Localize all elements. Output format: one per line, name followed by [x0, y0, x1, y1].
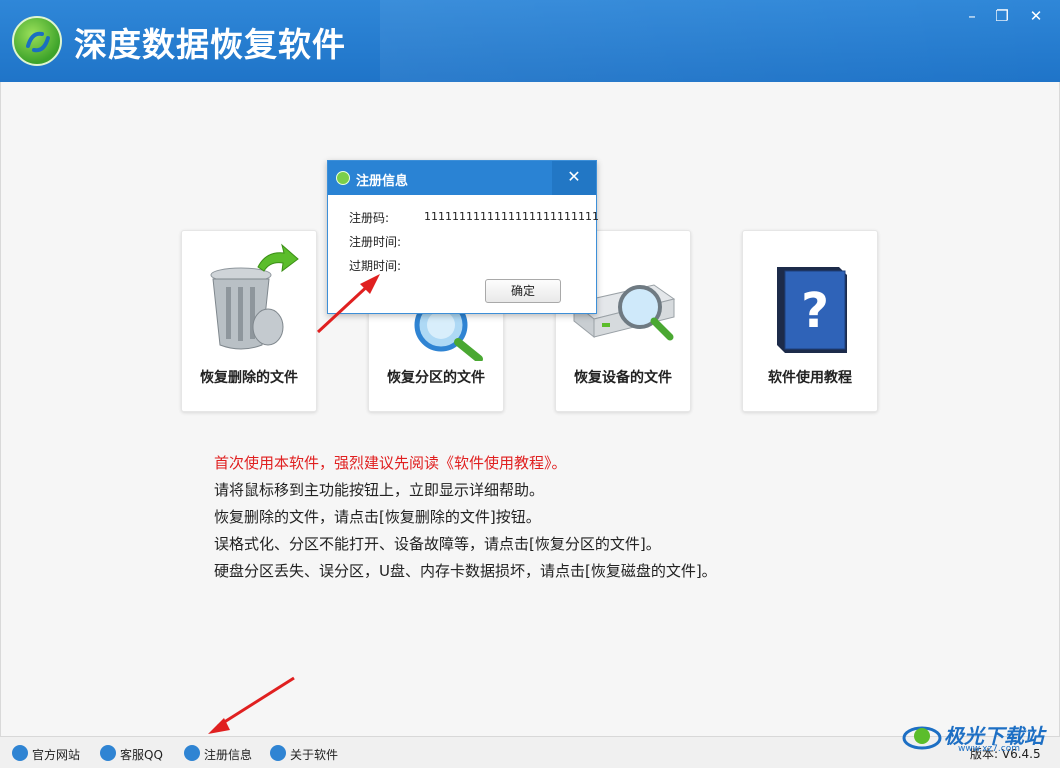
field-label-reg-code: 注册码:: [349, 211, 390, 225]
status-bar: 官方网站 客服QQ 注册信息 关于软件 版本: V6.4.5: [0, 736, 1060, 768]
card-label: 恢复删除的文件: [200, 370, 298, 386]
help-line: 误格式化、分区不能打开、设备故障等，请点击[恢复分区的文件]。: [214, 535, 661, 553]
watermark: 极光下载站 www.xz7.com: [902, 716, 1052, 758]
dialog-logo-icon: [336, 171, 350, 185]
ok-button[interactable]: 确定: [485, 279, 561, 303]
restore-button[interactable]: ❐: [990, 6, 1014, 26]
svg-text:?: ?: [801, 283, 829, 339]
help-text: 首次使用本软件，强烈建议先阅读《软件使用教程》。 请将鼠标移到主功能按钮上，立即…: [214, 450, 717, 585]
recover-deleted-files-button[interactable]: 恢复删除的文件: [181, 230, 317, 412]
help-line: 硬盘分区丢失、误分区，U盘、内存卡数据损坏，请点击[恢复磁盘的文件]。: [214, 562, 717, 580]
help-line: 恢复删除的文件，请点击[恢复删除的文件]按钮。: [214, 508, 541, 526]
link-label: 注册信息: [204, 748, 253, 762]
field-value-reg-code: 1111111111111111111111111: [424, 210, 599, 223]
minimize-button[interactable]: –: [960, 6, 984, 26]
app-logo-icon: [12, 16, 62, 66]
help-warning: 首次使用本软件，强烈建议先阅读《软件使用教程》。: [214, 454, 567, 472]
user-icon: [184, 745, 200, 761]
field-label-reg-time: 注册时间:: [349, 235, 402, 249]
field-label-expire-time: 过期时间:: [349, 259, 402, 273]
trash-recover-icon: [210, 243, 299, 350]
watermark-url: www.xz7.com: [958, 744, 1020, 754]
app-title: 深度数据恢复软件: [74, 25, 346, 64]
dialog-title-bar: 注册信息 ✕: [328, 161, 596, 195]
help-book-icon: ?: [777, 267, 847, 353]
card-label: 恢复分区的文件: [387, 370, 485, 386]
software-tutorial-button[interactable]: ? 软件使用教程: [742, 230, 878, 412]
home-icon: [12, 745, 28, 761]
close-window-button[interactable]: ✕: [1024, 6, 1048, 26]
link-label: 官方网站: [32, 748, 81, 762]
registration-dialog: 注册信息 ✕ 注册码: 1111111111111111111111111 注册…: [327, 160, 599, 314]
watermark-logo-icon: [902, 726, 942, 750]
card-label: 软件使用教程: [768, 370, 852, 386]
link-label: 关于软件: [290, 748, 339, 762]
info-icon: [270, 745, 286, 761]
card-label: 恢复设备的文件: [574, 370, 672, 386]
help-line: 请将鼠标移到主功能按钮上，立即显示详细帮助。: [214, 481, 545, 499]
title-bar-decoration: [380, 0, 1060, 82]
dialog-title: 注册信息: [356, 174, 409, 189]
title-bar: 深度数据恢复软件 – ❐ ✕: [0, 0, 1060, 82]
qq-icon: [100, 745, 116, 761]
dialog-close-button[interactable]: ✕: [552, 161, 596, 195]
link-label: 客服QQ: [120, 748, 163, 762]
